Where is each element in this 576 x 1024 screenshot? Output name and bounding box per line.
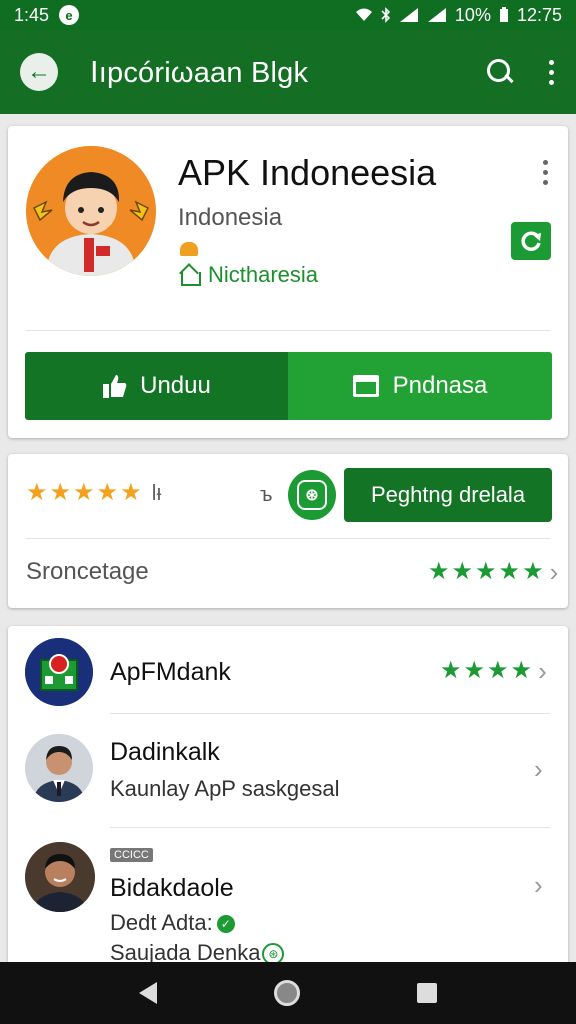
more-vert-icon[interactable]	[546, 59, 556, 85]
star-icon: ★	[49, 479, 72, 506]
system-nav-bar	[0, 962, 576, 1024]
back-arrow-icon[interactable]: ←	[20, 53, 58, 91]
star-icon: ★	[498, 558, 521, 585]
storage-label[interactable]: Sroncetage	[26, 558, 149, 586]
signal-icon	[399, 8, 418, 22]
location-row: Nictharesia	[178, 262, 318, 288]
star-icon: ★	[73, 479, 95, 506]
refresh-button[interactable]	[511, 222, 551, 260]
item-stars: ★ ★ ★ ★	[440, 659, 532, 683]
location-label: Nictharesia	[208, 262, 319, 287]
list-item-line1: Dedt Adta: ✓	[110, 910, 235, 936]
item-tag: CCICC	[110, 848, 153, 862]
status-time: 1:45	[14, 4, 50, 25]
download-label: Unduu	[140, 372, 211, 399]
app-name: APK Indoneesia	[178, 152, 437, 193]
storage-stars: ★ ★ ★ ★ ★	[428, 560, 544, 584]
check-circle-icon: ✓	[216, 915, 235, 934]
thumbs-up-icon	[103, 375, 127, 398]
app-more-icon[interactable]	[540, 160, 550, 185]
chevron-right-icon: ›	[538, 656, 547, 686]
app-bar: ← Ⅰıpcóriωaan Blgk	[0, 30, 576, 114]
app-info-card: APK Indoneesia Indonesia Nictharesia Und…	[8, 126, 568, 438]
chevron-right-icon: ›	[534, 754, 543, 784]
status-time-right: 12:75	[516, 4, 562, 25]
star-icon: ★	[522, 558, 544, 585]
divider	[26, 538, 550, 539]
app-bar-title: Ⅰıpcóriωaan Blgk	[90, 56, 309, 89]
refresh-icon	[521, 231, 541, 251]
pending-label: Pndnasa	[392, 372, 488, 399]
house-icon	[178, 265, 201, 286]
list-item-title: ApFMdank	[110, 658, 231, 686]
rating-count: lᵼ	[151, 480, 162, 505]
star-icon: ★	[463, 657, 486, 684]
rating-separator: ъ	[260, 484, 273, 506]
nav-back-icon[interactable]	[138, 982, 157, 1004]
developer-list-card: ApFMdank ★ ★ ★ ★ › Dadinkalk Kaunlay ApP sa…	[8, 626, 568, 966]
star-icon: ★	[26, 479, 48, 506]
list-item[interactable]: ApFMdank ★ ★ ★ ★ ›	[8, 626, 568, 714]
list-item-subtitle: Kaunlay ApP saskgesal	[110, 776, 340, 801]
star-icon: ★	[120, 479, 142, 506]
rating-stars: ★ ★ ★ ★ ★	[26, 481, 142, 505]
star-icon: ★	[510, 657, 533, 684]
list-item-title: Bidakdaole	[110, 874, 234, 902]
signal-icon-2	[427, 8, 446, 22]
avatar	[25, 842, 95, 912]
storage-rating[interactable]: ★ ★ ★ ★ ★ ›	[428, 559, 558, 585]
report-button[interactable]: Peghtng drelala	[344, 468, 552, 522]
notification-icon: e	[59, 5, 80, 25]
avatar	[25, 734, 93, 802]
download-button[interactable]: Unduu	[25, 352, 288, 420]
chevron-right-icon: ›	[549, 557, 559, 587]
nav-home-icon[interactable]	[273, 980, 300, 1006]
chevron-right-icon: ›	[534, 870, 543, 900]
app-subtitle: Indonesia	[178, 204, 283, 231]
status-bar: 1:45 e 10% 12:75	[0, 0, 576, 30]
shield-badge-icon[interactable]: ⊛	[288, 470, 336, 520]
avatar	[25, 638, 93, 706]
star-icon: ★	[428, 558, 450, 585]
app-avatar	[26, 146, 156, 276]
wifi-icon	[355, 8, 372, 21]
action-button-row: Unduu Pndnasa	[25, 352, 552, 420]
star-icon: ★	[451, 558, 474, 585]
search-icon[interactable]	[486, 58, 514, 86]
status-dot	[180, 242, 198, 256]
list-item-title: Dadinkalk	[110, 738, 220, 766]
rating-card: ★ ★ ★ ★ ★ lᵼ ъ ⊛ Peghtng drelala Sroncetage …	[8, 454, 568, 608]
battery-icon	[499, 7, 508, 22]
divider	[26, 330, 550, 331]
star-icon: ★	[475, 558, 497, 585]
star-icon: ★	[440, 657, 462, 684]
battery-percent: 10%	[454, 4, 491, 25]
star-icon: ★	[487, 657, 509, 684]
star-icon: ★	[96, 479, 119, 506]
nav-recents-icon[interactable]	[417, 983, 438, 1003]
card-icon	[352, 375, 379, 397]
pending-button[interactable]: Pndnasa	[288, 352, 552, 420]
list-item[interactable]: CCICC Bidakdaole Dedt Adta: ✓ Saujada Den…	[8, 828, 568, 966]
bluetooth-icon	[381, 7, 391, 23]
list-item[interactable]: Dadinkalk Kaunlay ApP saskgesal ›	[8, 714, 568, 828]
